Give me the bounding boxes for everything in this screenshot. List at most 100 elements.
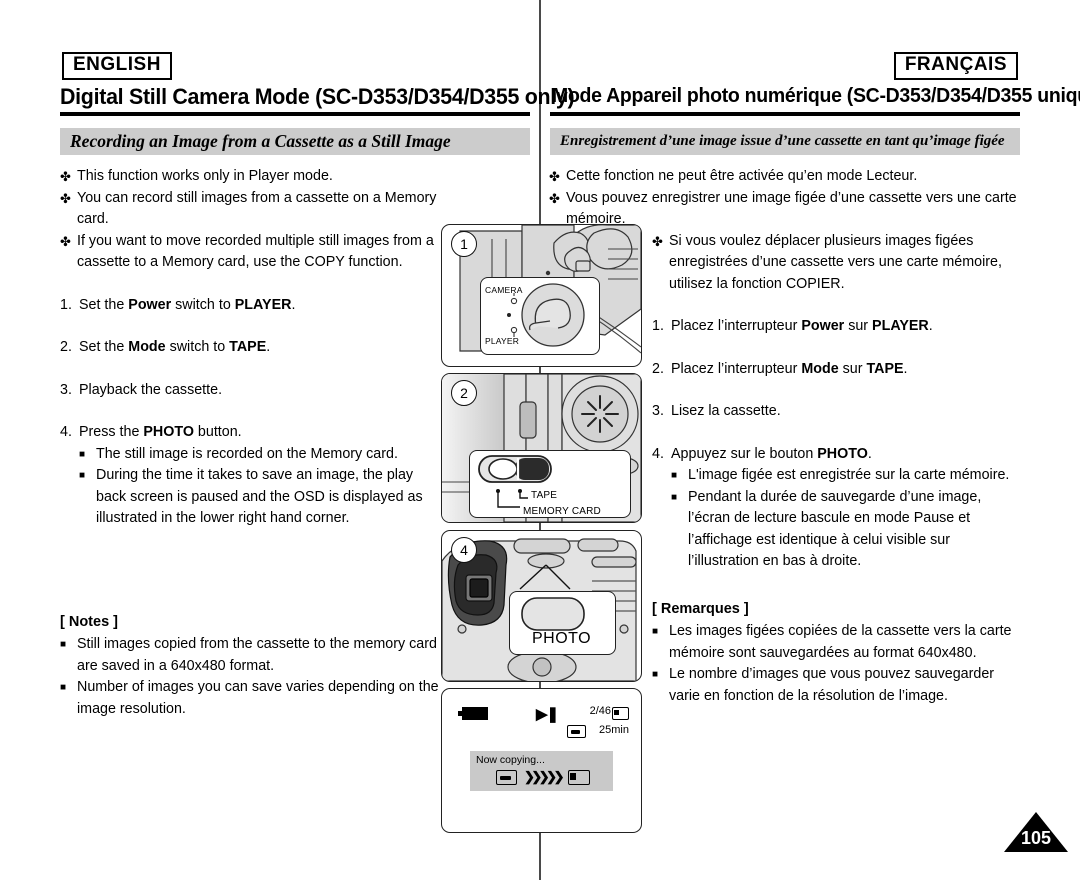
step-text-mid: . [867,445,872,462]
note-text: Le nombre d’images que vous pouvez sauve… [669,666,995,704]
step-text: Playback the cassette. [79,381,223,398]
step-number: 3. [652,403,664,419]
square-bullet-icon: ■ [671,491,678,503]
step-item: 2. Set the Mode switch to TAPE. [60,337,440,359]
copy-progress-row: ❯❯❯❯❯ [496,769,590,785]
sub-bullet-text: The still image is recorded on the Memor… [96,445,398,462]
power-switch-callout: CAMERA PLAYER [480,277,600,355]
intro-text: Si vous voulez déplacer plusieurs images… [669,232,1002,292]
flower-bullet-icon: ✤ [60,233,71,249]
step-text-post: . [903,360,908,377]
step-number: 1. [60,296,72,313]
intro-bullet: ✤ You can record still images from a cas… [60,188,440,231]
square-bullet-icon: ■ [60,682,67,693]
osd-inner: ▶❚ 2/46 25min Now copying... ❯❯❯❯❯ [442,689,641,832]
step-text-bold: PLAYER [234,296,292,313]
label-player: PLAYER [485,336,520,346]
flower-bullet-icon: ✤ [60,190,71,206]
illustration-panel-2: 2 TAPE MEMORY CARD [441,373,642,523]
step-text-bold: Mode [801,360,839,377]
step-text: Set the Power switch to PLAYER. [79,295,440,317]
english-column: ✤ This function works only in Player mod… [60,166,440,720]
square-bullet-icon: ■ [79,470,86,481]
intro-bullet: ✤ If you want to move recorded multiple … [60,231,440,274]
square-bullet-icon: ■ [671,470,678,481]
note-item: ■ Still images copied from the cassette … [60,634,440,677]
step-item: 4. Appuyez sur le bouton PHOTO. [652,444,1019,466]
step-text-bold: TAPE [866,360,904,377]
step-item: 3. Playback the cassette. [60,380,440,402]
manual-page: ENGLISH FRANÇAIS Digital Still Camera Mo… [0,0,1080,880]
illustration-panel-1: 1 CAMERA PLAYER [441,224,642,367]
step-text-bold: TAPE [229,339,267,355]
step-text-mid: button. [193,424,242,440]
step-text-mid: sur [844,318,873,334]
square-bullet-icon: ■ [79,448,86,460]
step-item: 2. Placez l’interrupteur Mode sur TAPE. [652,359,1019,381]
note-item: ■ Number of images you can save varies d… [60,677,440,720]
intro-text: You can record still images from a casse… [77,189,437,228]
language-tag-english: ENGLISH [62,52,172,80]
transfer-arrows-icon: ❯❯❯❯❯ [524,769,564,784]
step-text-post: . [291,296,296,313]
note-text: Number of images you can save varies dep… [77,679,439,717]
step-item: 1. Placez l’interrupteur Power sur PLAYE… [652,316,1019,338]
step-text: Placez l’interrupteur Mode sur TAPE. [671,359,1019,381]
sub-bullet-text: During the time it takes to save an imag… [96,467,423,526]
note-text: Still images copied from the cassette to… [77,636,437,674]
flower-bullet-icon: ✤ [652,233,663,249]
step-text-pre: Set the [79,339,129,355]
step-text: Appuyez sur le bouton PHOTO. [671,444,1019,466]
step-number: 4. [652,445,664,462]
photo-button-callout: PHOTO [509,591,616,655]
step-text-pre: Press the [79,424,144,440]
panel-number-2: 2 [451,380,477,406]
label-tape: TAPE [531,490,558,501]
step-text-pre: Placez l’interrupteur [671,360,802,377]
step-text: Lisez la cassette. [671,403,781,419]
sub-bullet: ■ The still image is recorded on the Mem… [79,444,440,466]
step-text-bold: PHOTO [817,445,868,462]
step-text-bold: Power [801,318,845,334]
play-pause-icon: ▶❚ [536,706,559,723]
square-bullet-icon: ■ [60,639,67,650]
flower-bullet-icon: ✤ [60,169,71,184]
image-counter: 2/46 [589,705,611,717]
tape-remaining-time: 25min [599,724,629,736]
step-text: Set the Mode switch to TAPE. [79,337,440,359]
memory-card-icon [612,707,629,720]
step-text-mid: switch to [165,339,230,355]
step-text-bold: Mode [128,339,166,355]
step-text-bold: Power [128,296,172,313]
title-rule-french [550,112,1020,116]
panel-number-1: 1 [451,231,477,257]
step-item: 4. Press the PHOTO button. [60,422,440,444]
step-item: 3. Lisez la cassette. [652,401,1019,423]
sub-bullet-text: Pendant la durée de sauvegarde d’une ima… [688,488,982,570]
note-text: Les images figées copiées de la cassette… [669,623,1012,661]
sub-bullet: ■ L'image figée est enregistrée sur la c… [671,465,1019,487]
battery-icon [458,707,488,720]
notes-heading: [ Remarques ] [652,600,749,617]
note-item: ■ Les images figées copiées de la casset… [652,621,1019,664]
label-camera: CAMERA [485,285,523,295]
note-item: ■ Le nombre d’images que vous pouvez sau… [652,664,1019,707]
step-number: 1. [652,318,664,334]
step-text-post: . [928,318,933,334]
step-number: 2. [60,339,72,355]
intro-text: Cette fonction ne peut être activée qu’e… [566,168,918,184]
intro-text: If you want to move recorded multiple st… [77,232,434,271]
intro-bullet: ✤ Si vous voulez déplacer plusieurs imag… [652,231,1019,296]
copying-message: Now copying... [476,754,545,766]
square-bullet-icon: ■ [652,626,659,637]
step-text: Press the PHOTO button. [79,422,440,444]
step-text-mid: sur [838,360,867,377]
notes-heading: [ Notes ] [60,613,118,630]
